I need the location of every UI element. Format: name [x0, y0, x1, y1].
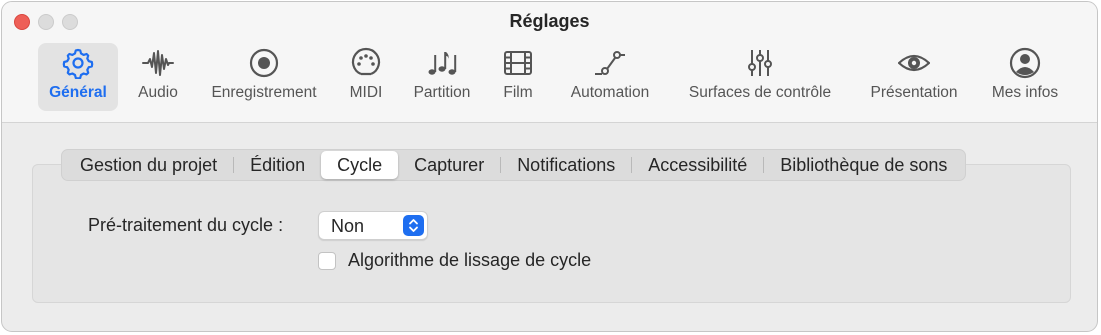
settings-window: Réglages Général Audio Enregistrement MI…	[1, 1, 1098, 332]
preferences-toolbar: Général Audio Enregistrement MIDI Partit…	[2, 43, 1097, 113]
gear-icon	[56, 43, 100, 83]
toolbar-item-label: Présentation	[870, 84, 958, 101]
toolbar-item-label: Mes infos	[991, 84, 1059, 101]
cycle-smoothing-checkbox[interactable]	[318, 251, 336, 270]
cycle-preprocess-label: Pré-traitement du cycle :	[88, 215, 284, 235]
window-title: Réglages	[509, 11, 590, 31]
tab-capture[interactable]: Capturer	[398, 151, 500, 179]
toolbar-item-label: Film	[503, 84, 533, 101]
tab-sound-library[interactable]: Bibliothèque de sons	[764, 151, 963, 179]
popup-value: Non	[331, 216, 365, 236]
cycle-preprocess-popup[interactable]: Non	[318, 211, 428, 240]
toolbar-item-score[interactable]: Partition	[404, 43, 480, 111]
toolbar-item-label: Général	[49, 84, 107, 101]
toolbar-item-automation[interactable]: Automation	[562, 43, 658, 111]
chevron-updown-icon	[403, 215, 424, 236]
toolbar-item-general[interactable]: Général	[38, 43, 118, 111]
titlebar: Réglages Général Audio Enregistrement MI…	[2, 2, 1097, 123]
toolbar-item-label: Partition	[413, 84, 471, 101]
faders-icon	[738, 43, 782, 83]
toolbar-item-control-surfaces[interactable]: Surfaces de contrôle	[676, 43, 844, 111]
toolbar-item-label: Audio	[138, 84, 178, 101]
midi-port-icon	[344, 43, 388, 83]
cycle-smoothing-label[interactable]: Algorithme de lissage de cycle	[348, 250, 591, 271]
tab-editing[interactable]: Édition	[234, 151, 321, 179]
toolbar-item-film[interactable]: Film	[496, 43, 540, 111]
music-notes-icon	[420, 43, 464, 83]
toolbar-item-label: Enregistrement	[211, 84, 317, 101]
automation-curve-icon	[588, 43, 632, 83]
toolbar-item-audio[interactable]: Audio	[130, 43, 186, 111]
toolbar-item-recording[interactable]: Enregistrement	[202, 43, 326, 111]
eye-icon	[892, 43, 936, 83]
waveform-icon	[136, 43, 180, 83]
tab-accessibility[interactable]: Accessibilité	[632, 151, 763, 179]
tab-notifications[interactable]: Notifications	[501, 151, 631, 179]
toolbar-item-display[interactable]: Présentation	[862, 43, 966, 111]
tab-project-handling[interactable]: Gestion du projet	[64, 151, 233, 179]
toolbar-item-label: Automation	[570, 84, 650, 101]
settings-tab-bar: Gestion du projet Édition Cycle Capturer…	[61, 149, 967, 181]
person-icon	[1003, 43, 1047, 83]
toolbar-item-midi[interactable]: MIDI	[342, 43, 390, 111]
toolbar-item-label: MIDI	[349, 84, 383, 101]
tab-cycle[interactable]: Cycle	[321, 151, 399, 179]
film-icon	[496, 43, 540, 83]
cycle-smoothing-option: Algorithme de lissage de cycle	[318, 250, 591, 271]
toolbar-item-my-info[interactable]: Mes infos	[984, 43, 1066, 111]
toolbar-item-label: Surfaces de contrôle	[688, 84, 832, 101]
record-icon	[242, 43, 286, 83]
